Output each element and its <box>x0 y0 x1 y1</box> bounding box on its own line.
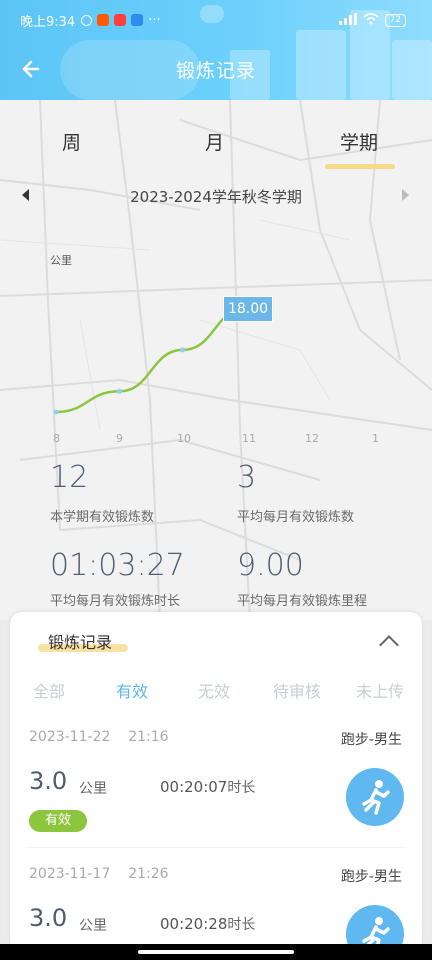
record-status-badge: 有效 <box>29 810 87 832</box>
record-datetime: 2023-11-22 21:16 <box>29 729 169 745</box>
record-duration-value: 00:20:07 <box>160 778 228 796</box>
collapse-icon[interactable] <box>379 635 399 655</box>
x-tick-label: 1 <box>372 432 379 445</box>
data-point <box>180 347 186 353</box>
x-tick-label: 8 <box>53 432 60 445</box>
record-distance-unit: 公里 <box>79 918 107 934</box>
records-card: 锻炼记录 全部 有效 无效 待审核 未上传 2023-11-22 21:16 跑… <box>10 612 422 952</box>
record-duration-label: 时长 <box>227 917 256 933</box>
stat-value: 9.00 <box>237 548 304 583</box>
x-tick-label: 12 <box>305 432 319 445</box>
data-point <box>116 388 122 394</box>
running-icon[interactable] <box>346 768 404 826</box>
record-datetime: 2023-11-17 21:26 <box>29 866 169 882</box>
record-date: 2023-11-22 <box>29 729 111 745</box>
x-tick-label: 9 <box>116 432 123 445</box>
filter-pending[interactable]: 待审核 <box>273 678 321 702</box>
card-title: 锻炼记录 <box>48 633 113 652</box>
filter-not-uploaded[interactable]: 未上传 <box>356 678 404 702</box>
record-duration: 00:20:07时长 <box>160 777 255 797</box>
filter-valid[interactable]: 有效 <box>116 678 148 702</box>
record-distance-unit: 公里 <box>79 781 107 797</box>
record-duration-value: 00:20:28 <box>160 915 228 933</box>
stat-value: 3 <box>237 460 257 495</box>
stat-value: 12 <box>50 460 89 495</box>
record-type: 跑步-男生 <box>340 869 402 885</box>
record-duration-label: 时长 <box>227 780 256 796</box>
record-time: 21:16 <box>128 729 169 745</box>
record-divider <box>29 847 403 848</box>
filter-invalid[interactable]: 无效 <box>198 678 230 702</box>
record-date: 2023-11-17 <box>29 866 111 882</box>
series-line <box>55 307 247 414</box>
distance-chart <box>53 301 254 415</box>
data-point <box>53 409 59 415</box>
stat-label: 平均每月有效锻炼数 <box>237 510 355 525</box>
stat-value: 01:03:27 <box>50 548 185 583</box>
record-time: 21:26 <box>128 866 169 882</box>
record-distance: 3.0 <box>29 904 68 932</box>
stat-label: 平均每月有效锻炼里程 <box>237 594 368 609</box>
record-type: 跑步-男生 <box>340 732 402 748</box>
highlight-value-label: 18.00 <box>223 296 273 322</box>
filter-all[interactable]: 全部 <box>33 678 65 702</box>
x-tick-label: 10 <box>177 432 191 445</box>
stat-label: 平均每月有效锻炼时长 <box>50 594 181 609</box>
home-indicator[interactable] <box>138 950 294 954</box>
record-duration: 00:20:28时长 <box>160 914 255 934</box>
x-tick-label: 11 <box>242 432 256 445</box>
record-distance: 3.0 <box>29 767 68 795</box>
stat-label: 本学期有效锻炼数 <box>50 510 155 525</box>
